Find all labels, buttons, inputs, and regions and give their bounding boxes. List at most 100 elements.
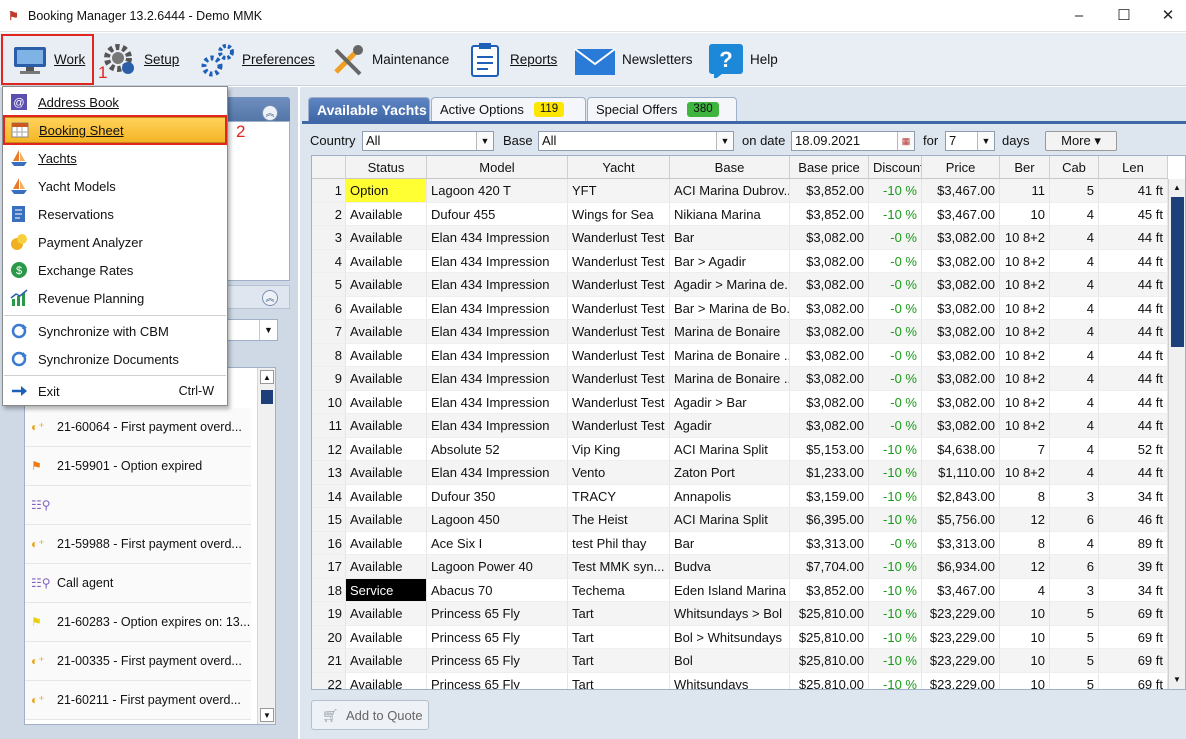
highlight-work xyxy=(1,34,94,85)
scroll-down-icon[interactable]: ▼ xyxy=(1170,673,1184,687)
table-row[interactable]: 4 Available Elan 434 Impression Wanderlust … xyxy=(312,249,1168,273)
menu-item-address-book[interactable]: @ Address Book xyxy=(4,89,226,115)
column-header-yacht[interactable]: Yacht xyxy=(568,156,670,178)
cell-berths: 10 xyxy=(1000,202,1050,225)
column-header-discount[interactable]: Discount xyxy=(869,156,922,178)
table-row[interactable]: 16 Available Ace Six Itest Phil thay Bar $3,… xyxy=(312,531,1168,555)
list-item[interactable]: ⚑ 21-60283 - Option expires on: 13... xyxy=(25,603,251,642)
column-header-status[interactable]: Status xyxy=(346,156,427,178)
table-row[interactable]: 20 Available Princess 65 Fly Tart Bol > Whit… xyxy=(312,625,1168,649)
menu-item-exchange-rates[interactable]: $ Exchange Rates xyxy=(4,257,226,283)
list-item[interactable]: ◐⁺ 21-00335 - First payment overd... xyxy=(25,642,251,681)
cell-model: Elan 434 Impression xyxy=(427,343,568,366)
table-row[interactable]: 11 Available Elan 434 Impression Wanderlust… xyxy=(312,414,1168,438)
column-header-cabins[interactable]: Cab xyxy=(1050,156,1099,178)
cell-model: Elan 434 Impression xyxy=(427,367,568,390)
menu-item-sync-documents[interactable]: Synchronize Documents xyxy=(4,346,226,372)
list-item[interactable]: ◐⁺ 21-59988 - First payment overd... xyxy=(25,525,251,564)
column-header-price[interactable]: Price xyxy=(922,156,1000,178)
list-item[interactable]: ☷⚲ Call agent xyxy=(25,564,251,603)
cell-length: 44 ft xyxy=(1099,414,1168,437)
table-row[interactable]: 9 Available Elan 434 Impression Wanderlust … xyxy=(312,367,1168,391)
count-badge: 380 xyxy=(687,102,719,117)
cell-price: $1,110.00 xyxy=(922,461,1000,484)
cell-base: Budva xyxy=(670,555,790,578)
column-header-row-number[interactable] xyxy=(312,156,346,178)
cell-status: Available xyxy=(346,555,427,578)
table-row[interactable]: 2 Available Dufour 455 Wings for Sea Nikiana… xyxy=(312,202,1168,226)
toolbar-preferences[interactable]: Preferences xyxy=(200,33,315,86)
table-row[interactable]: 13 Available Elan 434 Impression Vento Zaton… xyxy=(312,461,1168,485)
table-row[interactable]: 19 Available Princess 65 Fly Tart Whitsunday… xyxy=(312,602,1168,626)
column-header-length[interactable]: Len xyxy=(1099,156,1168,178)
scroll-up-icon[interactable]: ▲ xyxy=(1170,181,1184,195)
cell-base-price: $3,082.00 xyxy=(790,320,869,343)
tab-special-offers[interactable]: Special Offers 380 xyxy=(587,97,737,121)
table-row[interactable]: 18 Service Abacus 70 Techema Eden Island Mar… xyxy=(312,578,1168,602)
maximize-button[interactable]: ☐ xyxy=(1102,4,1146,28)
scroll-thumb[interactable] xyxy=(261,390,273,404)
tab-active-options[interactable]: Active Options 119 xyxy=(431,97,586,121)
list-item[interactable]: ☷⚲ xyxy=(25,486,251,525)
alerts-filter-combo[interactable]: ▼ xyxy=(222,319,278,341)
cell-berths: 8 xyxy=(1000,531,1050,554)
menu-item-sync-cbm[interactable]: Synchronize with CBM xyxy=(4,318,226,344)
table-row[interactable]: 5 Available Elan 434 Impression Wanderlust … xyxy=(312,273,1168,297)
scroll-thumb[interactable] xyxy=(1171,197,1184,347)
column-header-berths[interactable]: Ber xyxy=(1000,156,1050,178)
toolbar-reports[interactable]: Reports xyxy=(468,33,557,86)
base-select[interactable]: All ▼ xyxy=(538,131,734,151)
menu-item-payment-analyzer[interactable]: Payment Analyzer xyxy=(4,229,226,255)
toolbar-newsletters[interactable]: Newsletters xyxy=(574,33,693,86)
cell-cabins: 6 xyxy=(1050,508,1099,531)
collapse-icon[interactable]: ︽ xyxy=(262,290,278,306)
toolbar-setup[interactable]: Setup xyxy=(102,33,179,86)
toolbar-maintenance[interactable]: Maintenance xyxy=(330,33,449,86)
collapse-icon[interactable]: ︽ xyxy=(262,105,278,121)
scroll-down-icon[interactable]: ▼ xyxy=(260,708,274,722)
alerts-scrollbar[interactable]: ▲ ▼ xyxy=(257,368,275,724)
cell-cabins: 5 xyxy=(1050,602,1099,625)
cell-discount: -10 % xyxy=(869,484,922,507)
column-header-base-price[interactable]: Base price xyxy=(790,156,869,178)
close-button[interactable]: ✕ xyxy=(1146,4,1186,28)
wrench-screwdriver-icon xyxy=(330,42,366,78)
list-item[interactable]: ◐⁺ 21-60211 - First payment overd... xyxy=(25,681,251,720)
date-label: on date xyxy=(742,133,786,148)
list-item[interactable]: ◐⁺ 21-60064 - First payment overd... xyxy=(25,408,251,447)
table-row[interactable]: 15 Available Lagoon 450 The Heist ACI Marina… xyxy=(312,508,1168,532)
toolbar-help[interactable]: ? Help xyxy=(708,33,778,86)
minimize-button[interactable]: – xyxy=(1057,4,1101,28)
table-row[interactable]: 17 Available Lagoon Power 40 Test MMK syn..… xyxy=(312,555,1168,579)
country-select[interactable]: All ▼ xyxy=(362,131,494,151)
table-row[interactable]: 22 Available Princess 65 Fly Tart Whitsunday… xyxy=(312,672,1168,689)
table-row[interactable]: 6 Available Elan 434 Impression Wanderlust … xyxy=(312,296,1168,320)
calendar-icon[interactable]: ▦ xyxy=(897,132,914,150)
table-row[interactable]: 8 Available Elan 434 Impression Wanderlust … xyxy=(312,343,1168,367)
date-field[interactable]: 18.09.2021 ▦ xyxy=(791,131,915,151)
menu-item-yacht-models[interactable]: Yacht Models xyxy=(4,173,226,199)
table-row[interactable]: 12 Available Absolute 52 Vip King ACI Marina… xyxy=(312,437,1168,461)
table-row[interactable]: 14 Available Dufour 350 TRACY Annapolis $3,15… xyxy=(312,484,1168,508)
menu-item-yachts[interactable]: Yachts xyxy=(4,145,226,171)
table-row[interactable]: 21 Available Princess 65 Fly Tart Bol $25,810… xyxy=(312,649,1168,673)
more-button[interactable]: More ▾ xyxy=(1045,131,1117,151)
table-row[interactable]: 3 Available Elan 434 Impression Wanderlust … xyxy=(312,226,1168,250)
scroll-up-icon[interactable]: ▲ xyxy=(260,370,274,384)
cell-price: $3,082.00 xyxy=(922,320,1000,343)
cell-base: Bol > Whitsundays xyxy=(670,625,790,648)
menu-item-reservations[interactable]: Reservations xyxy=(4,201,226,227)
cell-price: $23,229.00 xyxy=(922,602,1000,625)
menu-item-revenue-planning[interactable]: Revenue Planning xyxy=(4,285,226,311)
list-item[interactable]: ⚑ 21-59901 - Option expired xyxy=(25,447,251,486)
add-to-quote-button[interactable]: 🛒︎ Add to Quote xyxy=(311,700,429,730)
table-row[interactable]: 7 Available Elan 434 Impression Wanderlust … xyxy=(312,320,1168,344)
column-header-base[interactable]: Base xyxy=(670,156,790,178)
tab-available-yachts[interactable]: Available Yachts xyxy=(308,97,430,121)
table-row[interactable]: 10 Available Elan 434 Impression Wanderlust… xyxy=(312,390,1168,414)
table-scrollbar[interactable]: ▲ ▼ xyxy=(1168,179,1185,689)
days-select[interactable]: 7 ▼ xyxy=(945,131,995,151)
menu-item-exit[interactable]: Exit Ctrl-W xyxy=(4,378,226,404)
column-header-model[interactable]: Model xyxy=(427,156,568,178)
table-row[interactable]: 1 Option Lagoon 420 T YFT ACI Marina Dubrov.… xyxy=(312,179,1168,203)
